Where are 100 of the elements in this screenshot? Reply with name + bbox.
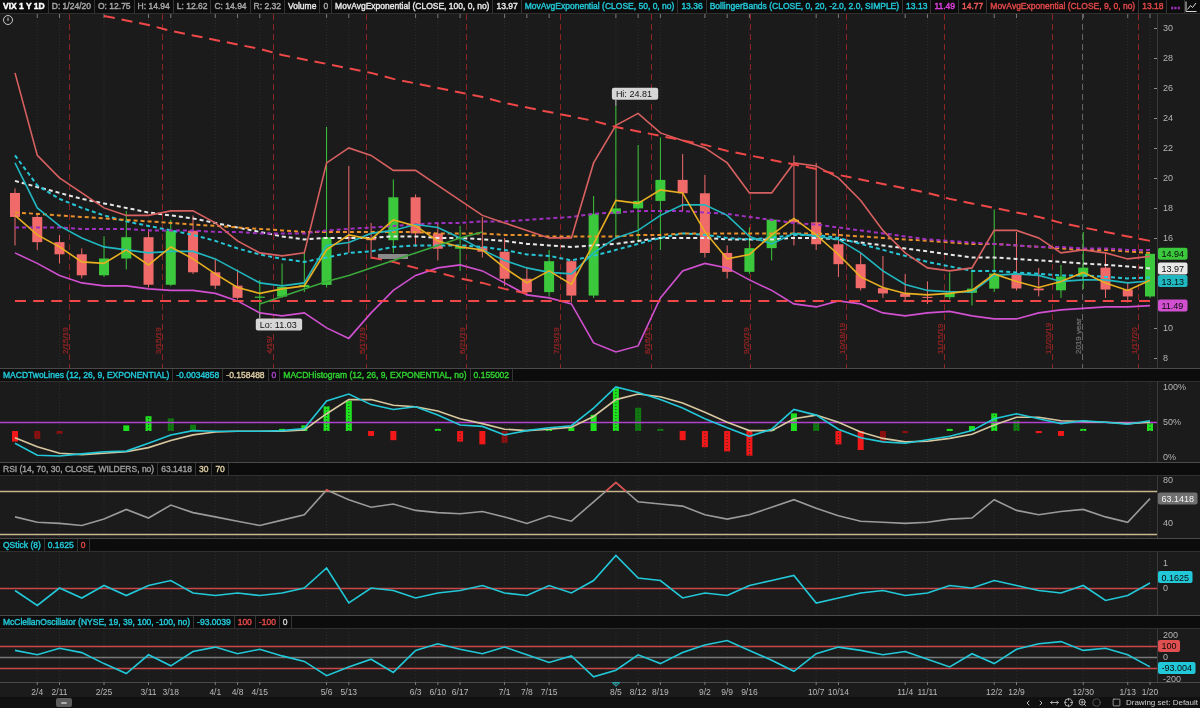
scroll-handle[interactable] <box>56 698 72 707</box>
axis-label: 12/30 <box>1072 686 1094 697</box>
date-marker-label: 3/15/19 <box>153 327 163 354</box>
histogram-bar <box>501 431 508 443</box>
histogram-bar <box>479 431 486 445</box>
axis-label: 8/12 <box>629 686 647 697</box>
crosshair-icon[interactable] <box>1063 698 1073 707</box>
candlestick <box>455 225 466 272</box>
candlestick <box>121 210 132 270</box>
axis-label: 11/11 <box>917 686 938 697</box>
candlestick <box>744 226 755 275</box>
axis-label: 3/11 <box>140 686 157 697</box>
square-icon[interactable] <box>1111 698 1121 707</box>
axis-label: 9/16 <box>741 686 758 697</box>
axis-label: 4/1 <box>209 686 222 697</box>
legend-label: 11.49 <box>931 0 960 13</box>
candlestick <box>410 193 421 248</box>
histogram-bar <box>679 431 686 441</box>
histogram-bar <box>123 425 130 431</box>
histogram-bar <box>946 428 953 431</box>
axis-label: 50% <box>1163 417 1181 428</box>
legend-label: L: 12.62 <box>173 0 212 13</box>
histogram-bar <box>34 431 41 439</box>
symbol-label: VIX 1 Y 1D <box>0 0 49 13</box>
legend-label: MACDTwoLines (12, 26, 9, EXPONENTIAL) <box>0 369 174 381</box>
histogram-bar <box>12 431 18 442</box>
candlestick <box>1056 264 1066 299</box>
histogram-bar <box>190 424 197 431</box>
axis-label: 9/2 <box>699 686 711 697</box>
histogram-bar <box>857 431 864 451</box>
candlestick <box>99 235 109 278</box>
candlestick <box>677 153 688 212</box>
candlestick <box>165 219 176 287</box>
drawing-set-label[interactable]: Drawing set: Default <box>1125 698 1198 707</box>
legend-label: 0 <box>77 539 90 551</box>
histogram-bar <box>1147 423 1153 431</box>
histogram-bar <box>167 418 174 431</box>
candlestick <box>722 244 733 279</box>
candlestick <box>232 268 243 300</box>
histogram-bar <box>746 431 753 456</box>
move-horizontal-icon[interactable] <box>1049 698 1059 707</box>
candlestick <box>188 214 199 275</box>
legend-label: 63.1418 <box>158 463 196 475</box>
date-marker-label: 10/18/19 <box>837 322 847 354</box>
legend-label: -0.0034858 <box>173 369 224 381</box>
histogram-bar <box>546 428 553 431</box>
histogram-bar <box>879 431 886 442</box>
candlestick <box>766 217 777 261</box>
candlestick <box>855 252 866 291</box>
date-marker-label: 2019 year <box>1073 318 1083 354</box>
axis-label: 30 <box>1163 22 1173 33</box>
candlestick <box>499 237 510 287</box>
histogram-bar <box>835 431 842 445</box>
axis-label: 7/15 <box>540 686 558 697</box>
callout-label: Hi: 24.81 <box>611 87 659 107</box>
legend-label: 0.155002 <box>470 369 514 381</box>
triangle-marker-icon[interactable] <box>612 682 620 687</box>
zoom-in-icon[interactable] <box>1077 698 1087 707</box>
histogram-bar <box>813 421 820 431</box>
axis-label: 8/5 <box>609 686 622 697</box>
annotation: Lo: 11.03 <box>259 320 297 330</box>
legend-label: McClellanOscillator (NYSE, 19, 39, 100, -100, no) <box>0 616 195 628</box>
candlestick <box>54 234 65 264</box>
legend-label: O: 12.75 <box>95 0 135 13</box>
axis-label: 2/25 <box>95 686 113 697</box>
legend-label: H: 14.94 <box>134 0 174 13</box>
more-button[interactable]: ... <box>1167 0 1185 13</box>
overbought-line-segment <box>605 481 627 492</box>
axis-label: 6/3 <box>409 686 422 697</box>
candlestick <box>432 222 443 261</box>
histogram-bar <box>301 425 308 431</box>
axis-label: 10/14 <box>827 686 850 697</box>
candlestick <box>877 255 888 299</box>
axis-label: 24 <box>1163 112 1173 123</box>
legend-label: 13.36 <box>678 0 707 13</box>
candlestick <box>1011 231 1022 291</box>
legend-label: 0 <box>320 0 333 13</box>
price-label: 13.13 <box>1158 275 1188 287</box>
legend-label: 13.13 <box>903 0 932 13</box>
candlestick <box>900 273 911 302</box>
legend-label: MovAvgExponential (CLOSE, 100, 0, no) <box>332 0 494 13</box>
axis-label: 8 <box>1163 352 1168 363</box>
date-marker-label: 12/20/19 <box>1043 322 1053 354</box>
legend-label: RSI (14, 70, 30, CLOSE, WILDERS, no) <box>0 463 159 475</box>
legend-label: QStick (8) <box>0 539 45 551</box>
histogram-bar <box>390 431 397 441</box>
date-marker-label: 6/21/19 <box>457 327 467 354</box>
legend-label: -0.158488 <box>223 369 269 381</box>
candlestick <box>477 216 488 258</box>
line-chart-icon[interactable] <box>1184 1 1197 12</box>
candlestick <box>1122 282 1133 303</box>
candlestick <box>210 258 221 290</box>
collapse-icon[interactable] <box>3 15 13 25</box>
legend-label: 13.97 <box>493 0 522 13</box>
candlestick <box>10 187 20 246</box>
histogram-bar <box>590 414 597 431</box>
axis-label: 4/15 <box>251 686 269 697</box>
y-tick-label: 11.49 <box>1161 301 1184 312</box>
legend-label: MovAvgExponential (CLOSE, 50, 0, no) <box>521 0 679 13</box>
axis-label: 80 <box>1163 476 1173 486</box>
